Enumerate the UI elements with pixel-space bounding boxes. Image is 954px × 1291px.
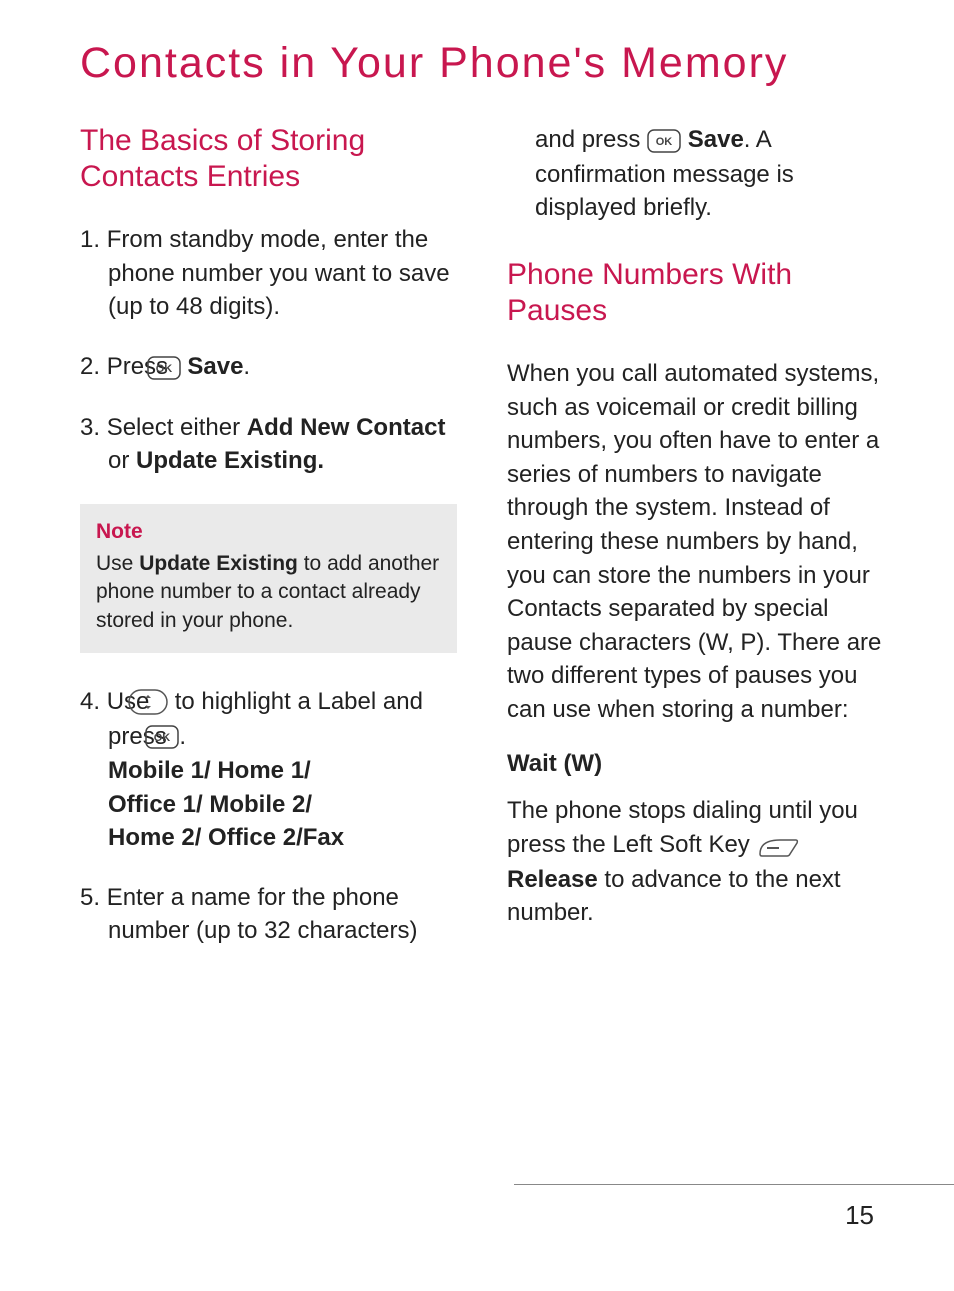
page-title: Contacts in Your Phone's Memory — [80, 40, 884, 87]
step-text-c: . — [243, 353, 250, 380]
label-options-line2: Office 1/ Mobile 2/ — [108, 791, 312, 818]
svg-text:OK: OK — [155, 363, 172, 375]
step-number: 1. — [80, 226, 100, 253]
step-2: 2. Press OK Save. — [80, 350, 457, 384]
wait-para: The phone stops dialing until you press … — [507, 794, 884, 929]
save-label: Save — [181, 353, 244, 380]
wait-a: The phone stops dialing until you press … — [507, 797, 858, 858]
step-4: 4. Use to highlight a Label and press OK… — [80, 685, 457, 855]
wait-heading: Wait (W) — [507, 750, 884, 778]
note-title: Note — [96, 518, 441, 546]
navigation-key-icon — [156, 686, 168, 720]
page-number: 15 — [845, 1200, 874, 1231]
step-text: From standby mode, enter the phone numbe… — [107, 226, 450, 320]
step-number: 3. — [80, 414, 100, 441]
section-heading-basics: The Basics of Storing Contacts Entries — [80, 123, 457, 195]
svg-text:OK: OK — [656, 136, 673, 148]
label-options-line3: Home 2/ Office 2/Fax — [108, 824, 344, 851]
right-column: and press OK Save. A confirmation messag… — [507, 123, 884, 974]
step-5-continuation: and press OK Save. A confirmation messag… — [507, 123, 884, 225]
step-text-c: or — [108, 447, 136, 474]
cont-a: and press — [535, 126, 647, 153]
step-1: 1. From standby mode, enter the phone nu… — [80, 223, 457, 324]
step-text: Enter a name for the phone number (up to… — [107, 884, 418, 945]
step-text-a: Select either — [107, 414, 247, 441]
step-3: 3. Select either Add New Contact or Upda… — [80, 411, 457, 478]
save-label: Save — [681, 126, 744, 153]
step-text-c: . — [179, 723, 186, 750]
add-new-contact-label: Add New Contact — [247, 414, 446, 441]
release-label: Release — [507, 866, 598, 893]
note-bold: Update Existing — [139, 552, 298, 575]
label-options-line1: Mobile 1/ Home 1/ — [108, 757, 311, 784]
note-body: Use Update Existing to add another phone… — [96, 550, 441, 635]
footer-rule — [514, 1184, 954, 1185]
pauses-para: When you call automated systems, such as… — [507, 357, 884, 727]
section-heading-pauses: Phone Numbers With Pauses — [507, 257, 884, 329]
left-soft-key-icon — [756, 829, 800, 863]
update-existing-label: Update Existing. — [136, 447, 324, 474]
svg-text:OK: OK — [154, 732, 171, 744]
step-number: 4. — [80, 688, 100, 715]
step-5: 5. Enter a name for the phone number (up… — [80, 881, 457, 948]
ok-button-icon: OK — [647, 124, 681, 158]
note-box: Note Use Update Existing to add another … — [80, 504, 457, 653]
step-number: 2. — [80, 353, 100, 380]
left-column: The Basics of Storing Contacts Entries 1… — [80, 123, 457, 974]
step-number: 5. — [80, 884, 100, 911]
